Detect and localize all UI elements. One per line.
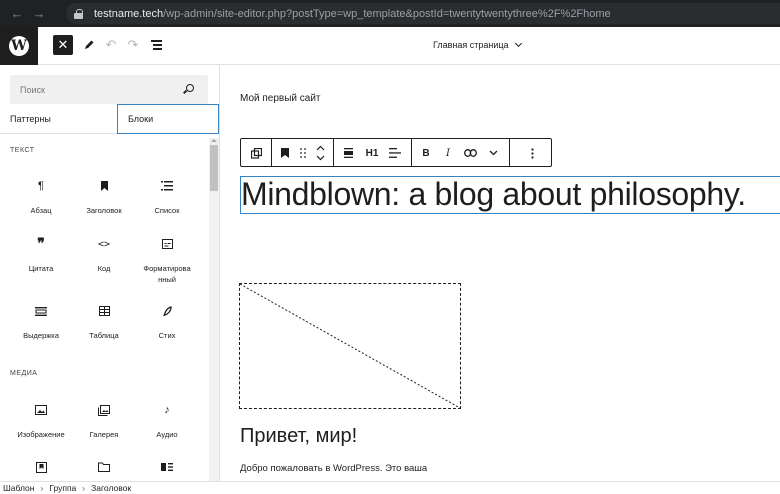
align-icon[interactable] <box>339 145 357 161</box>
scrollbar-thumb[interactable] <box>210 145 218 191</box>
block-list[interactable]: Список <box>136 179 198 216</box>
block-label: Абзац <box>30 206 52 215</box>
breadcrumb: Шаблон › Группа › Заголовок <box>0 481 780 494</box>
block-label: Галерея <box>89 430 119 439</box>
options-kebab-icon[interactable] <box>525 145 539 161</box>
link-icon[interactable] <box>461 145 479 161</box>
document-title: Главная страница <box>433 40 509 50</box>
edit-pencil-icon[interactable] <box>80 35 98 55</box>
wordpress-logo-icon: W <box>9 36 29 56</box>
close-inserter-button[interactable]: ✕ <box>53 35 73 55</box>
list-icon <box>136 179 198 193</box>
code-icon: <> <box>97 238 111 250</box>
site-title[interactable]: Мой первый сайт <box>240 93 321 104</box>
image-icon <box>10 403 72 417</box>
preformatted-icon <box>136 237 198 251</box>
post-excerpt[interactable]: Добро пожаловать в WordPress. Это ваша <box>240 463 427 474</box>
pullquote-icon <box>10 304 72 318</box>
bold-icon[interactable]: B <box>419 145 433 161</box>
paragraph-icon: ¶ <box>38 180 44 192</box>
block-label: Таблица <box>89 331 119 340</box>
tab-blocks[interactable]: Блоки <box>117 104 219 134</box>
block-verse[interactable]: Стих <box>136 304 198 341</box>
block-label: Аудио <box>156 430 178 439</box>
back-arrow-icon[interactable]: ← <box>6 6 28 21</box>
text-align-icon[interactable] <box>387 145 403 161</box>
drag-handle-icon[interactable] <box>297 145 309 161</box>
redo-icon[interactable]: ↷ <box>124 35 142 55</box>
file-icon <box>73 460 135 474</box>
address-bar[interactable]: testname.tech/wp-admin/site-editor.php?p… <box>66 3 780 24</box>
move-up-down-icon[interactable] <box>313 145 327 161</box>
block-label: Заголовок <box>86 206 122 215</box>
block-audio[interactable]: ♪ Аудио <box>136 403 198 440</box>
block-paragraph[interactable]: ¶ Абзац <box>10 179 72 216</box>
url-path: /wp-admin/site-editor.php?postType=wp_te… <box>163 7 611 20</box>
breadcrumb-separator-icon: › <box>40 483 44 493</box>
block-image[interactable]: Изображение <box>10 403 72 440</box>
more-rich-text-chevron-icon[interactable] <box>485 145 501 161</box>
breadcrumb-item[interactable]: Группа <box>49 483 76 493</box>
block-cover[interactable] <box>10 460 72 474</box>
heading-icon <box>73 179 135 193</box>
block-inserter-panel: Паттерны Блоки ТЕКСТ ¶ Абзац Заголовок С… <box>0 65 220 481</box>
search-box[interactable] <box>10 75 208 104</box>
breadcrumb-item[interactable]: Шаблон <box>3 483 34 493</box>
table-icon <box>73 304 135 318</box>
editor-canvas: Мой первый сайт H1 B I Mindblown: a blog… <box>221 65 780 481</box>
block-quote[interactable]: ❞ Цитата <box>10 236 72 274</box>
url-domain: testname.tech <box>94 7 164 20</box>
scroll-up-icon[interactable] <box>211 139 217 142</box>
block-label: Форматирова нный <box>143 264 191 284</box>
category-label-media: МЕДИА <box>10 370 38 377</box>
audio-icon: ♪ <box>164 404 170 416</box>
editor-header: W ✕ ↶ ↷ Главная страница <box>0 27 780 65</box>
document-title-dropdown[interactable]: Главная страница <box>433 39 522 50</box>
gallery-icon <box>73 403 135 417</box>
block-table[interactable]: Таблица <box>73 304 135 341</box>
breadcrumb-separator-icon: › <box>82 483 86 493</box>
category-label-text: ТЕКСТ <box>10 147 35 154</box>
block-label: Стих <box>158 331 176 340</box>
block-label: Выдержка <box>23 331 59 340</box>
italic-icon[interactable]: I <box>441 145 455 161</box>
media-text-icon <box>136 460 198 474</box>
block-file[interactable] <box>73 460 135 474</box>
block-code[interactable]: <> Код <box>73 237 135 274</box>
block-label: Код <box>97 264 111 273</box>
search-icon[interactable] <box>186 84 194 92</box>
block-heading[interactable]: Заголовок <box>73 179 135 216</box>
heading-level-button[interactable]: H1 <box>361 145 383 161</box>
block-media-text[interactable] <box>136 460 198 474</box>
block-preformatted[interactable]: Форматирова нный <box>136 237 198 285</box>
wordpress-logo-button[interactable]: W <box>0 27 38 65</box>
heading-block-icon[interactable] <box>277 145 293 161</box>
inserter-tabs: Паттерны Блоки <box>0 104 219 134</box>
undo-icon[interactable]: ↶ <box>102 35 120 55</box>
quote-icon: ❞ <box>37 236 45 252</box>
block-toolbar: H1 B I <box>240 138 552 167</box>
block-label: Изображение <box>17 430 65 439</box>
image-placeholder[interactable] <box>239 283 461 409</box>
block-gallery[interactable]: Галерея <box>73 403 135 440</box>
block-pullquote[interactable]: Выдержка <box>10 304 72 341</box>
block-label: Цитата <box>28 264 54 273</box>
transform-block-icon[interactable] <box>248 145 264 161</box>
heading-block[interactable]: Mindblown: a blog about philosophy. <box>240 176 780 214</box>
lock-icon <box>74 8 83 19</box>
verse-icon <box>136 304 198 318</box>
tab-patterns[interactable]: Паттерны <box>0 104 116 134</box>
forward-arrow-icon[interactable]: → <box>28 6 50 21</box>
sidebar-scrollbar[interactable] <box>209 138 219 481</box>
browser-bar: ← → testname.tech/wp-admin/site-editor.p… <box>0 0 780 27</box>
chevron-down-icon <box>514 39 522 48</box>
post-title[interactable]: Привет, мир! <box>240 425 357 448</box>
list-view-icon[interactable] <box>148 35 166 55</box>
cover-icon <box>10 460 72 474</box>
block-label: Список <box>154 206 180 215</box>
heading-text[interactable]: Mindblown: a blog about philosophy. <box>241 177 780 211</box>
search-input[interactable] <box>20 84 180 95</box>
breadcrumb-item[interactable]: Заголовок <box>91 483 131 493</box>
